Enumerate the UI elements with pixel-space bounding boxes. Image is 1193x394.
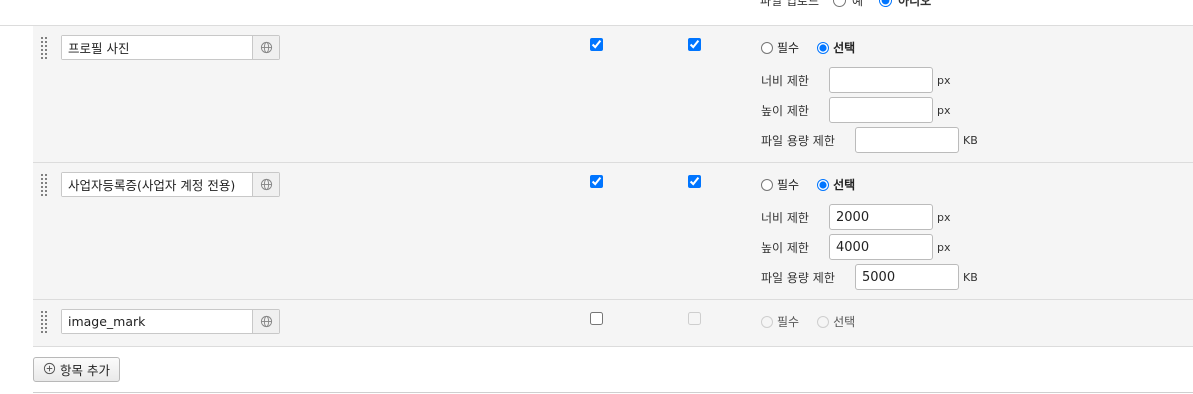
required-radio-option[interactable]: 필수 [761,39,799,56]
width-limit-label: 너비 제한 [761,73,809,88]
column-checkbox-1[interactable] [590,312,603,325]
size-limit-label: 파일 용량 제한 [761,133,835,148]
upload-no-label: 아니오 [898,0,932,8]
required-option: 필수 선택 [761,176,873,193]
globe-icon[interactable] [252,310,279,333]
width-unit: px [937,210,951,224]
drag-handle-icon[interactable] [40,173,48,197]
required-radio-option[interactable]: 필수 [761,176,799,193]
height-limit: 높이 제한 px [761,97,951,123]
required-label: 필수 [777,178,800,192]
globe-icon[interactable] [252,173,279,196]
optional-radio-option[interactable]: 선택 [817,176,855,193]
optional-radio[interactable] [817,41,830,54]
optional-label: 선택 [833,41,856,55]
size-unit: KB [963,133,978,147]
field-row-profile-photo: 필수 선택 너비 제한 px 높이 제한 px 파일 용량 제한 KB [33,26,1193,163]
upload-yes-radio[interactable] [833,0,847,7]
height-limit-input[interactable] [829,97,933,123]
required-radio[interactable] [761,41,773,54]
required-radio[interactable] [761,178,773,191]
required-label: 필수 [777,41,800,55]
add-item-button[interactable]: 항목 추가 [33,357,120,382]
divider [33,392,1193,393]
width-limit-input[interactable] [829,67,933,93]
upload-yes-label: 예 [852,0,864,8]
column-checkbox-2[interactable] [688,312,701,325]
field-name-group [61,172,280,197]
size-limit-input[interactable] [855,264,959,290]
optional-radio-option[interactable]: 선택 [817,313,855,330]
optional-radio[interactable] [817,315,830,328]
field-row-business-registration: 필수 선택 너비 제한 px 높이 제한 px 파일 용량 제한 KB [33,163,1193,300]
column-checkbox-1[interactable] [590,38,603,51]
upload-label: 파일 업로드 [760,0,820,8]
width-unit: px [937,73,951,87]
height-limit-label: 높이 제한 [761,103,809,118]
field-name-group [61,35,280,60]
optional-radio[interactable] [817,178,830,191]
width-limit-input[interactable] [829,204,933,230]
width-limit: 너비 제한 px [761,67,951,93]
field-name-input[interactable] [62,36,252,59]
height-unit: px [937,240,951,254]
required-option: 필수 선택 [761,39,873,56]
required-label: 필수 [777,315,800,329]
upload-no-radio[interactable] [879,0,893,7]
upload-option: 파일 업로드 예 아니오 [760,0,931,9]
drag-handle-icon[interactable] [40,36,48,60]
required-radio[interactable] [761,315,773,328]
column-checkbox-2[interactable] [688,175,701,188]
optional-radio-option[interactable]: 선택 [817,39,855,56]
field-name-group [61,309,280,334]
height-limit-input[interactable] [829,234,933,260]
field-name-input[interactable] [62,310,252,333]
optional-label: 선택 [833,178,856,192]
size-limit-label: 파일 용량 제한 [761,270,835,285]
required-radio-option[interactable]: 필수 [761,313,799,330]
column-checkbox-2[interactable] [688,38,701,51]
column-checkbox-1[interactable] [590,175,603,188]
size-limit-input[interactable] [855,127,959,153]
height-limit-label: 높이 제한 [761,240,809,255]
width-limit-label: 너비 제한 [761,210,809,225]
add-item-label: 항목 추가 [60,363,110,378]
size-limit: 파일 용량 제한 KB [761,264,978,290]
height-limit: 높이 제한 px [761,234,951,260]
width-limit: 너비 제한 px [761,204,951,230]
upload-option-row: 파일 업로드 예 아니오 [0,0,1193,26]
height-unit: px [937,103,951,117]
globe-icon[interactable] [252,36,279,59]
optional-label: 선택 [833,315,856,329]
field-name-input[interactable] [62,173,252,196]
field-row-image-mark: 필수 선택 [33,300,1193,347]
size-unit: KB [963,270,978,284]
drag-handle-icon[interactable] [40,310,48,334]
required-option: 필수 선택 [761,313,873,330]
size-limit: 파일 용량 제한 KB [761,127,978,153]
plus-circle-icon [43,362,56,378]
